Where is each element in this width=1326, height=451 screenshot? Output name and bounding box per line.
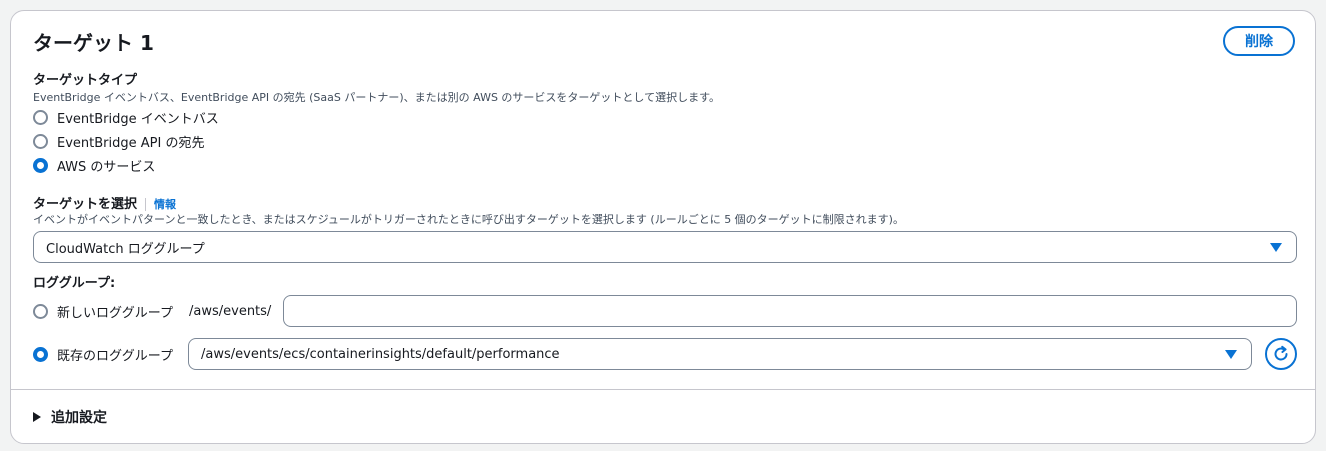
new-log-group-input[interactable] [283,295,1297,327]
radio-label: EventBridge API の宛先 [57,135,205,151]
radio-button[interactable] [33,133,48,149]
info-link[interactable]: 情報 [154,198,176,211]
target-type-description: EventBridge イベントバス、EventBridge API の宛先 (… [33,91,720,104]
target-select[interactable]: CloudWatch ロググループ [33,231,1297,263]
radio-button-checked[interactable] [33,346,48,362]
select-target-label-text: ターゲットを選択 [33,197,138,212]
existing-log-group-select[interactable]: /aws/events/ecs/containerinsights/defaul… [188,338,1252,370]
delete-button[interactable]: 削除 [1223,26,1295,56]
divider [145,198,147,211]
radio-label: EventBridge イベントバス [57,111,219,127]
log-group-label: ロググループ: [33,276,116,291]
radio-button[interactable] [33,109,48,125]
select-target-description: イベントがイベントパターンと一致したとき、またはスケジュールがトリガーされたとき… [33,213,904,226]
caret-down-icon [1270,243,1282,252]
additional-settings-expander[interactable]: 追加設定 [33,407,107,427]
target-select-value: CloudWatch ロググループ [46,241,205,257]
radio-eventbridge-event-bus[interactable]: EventBridge イベントバス [33,107,219,127]
log-group-prefix: /aws/events/ [189,304,272,319]
radio-label: 既存のロググループ [57,348,173,364]
target-type-label: ターゲットタイプ [33,73,138,88]
caret-down-icon [1225,350,1237,359]
radio-new-log-group[interactable]: 新しいロググループ [33,301,173,321]
radio-label: 新しいロググループ [57,305,173,321]
select-target-label: ターゲットを選択 情報 [33,193,176,212]
additional-settings-label: 追加設定 [51,410,107,426]
radio-eventbridge-api-destination[interactable]: EventBridge API の宛先 [33,131,204,151]
radio-aws-service[interactable]: AWS のサービス [33,155,155,175]
caret-right-icon [33,412,41,422]
radio-label: AWS のサービス [57,159,156,175]
section-divider [11,389,1315,390]
target-card: ターゲット 1 削除 ターゲットタイプ EventBridge イベントバス、E… [10,10,1316,444]
radio-button[interactable] [33,303,48,319]
radio-existing-log-group[interactable]: 既存のロググループ [33,344,173,364]
refresh-button[interactable] [1265,338,1297,370]
radio-button-checked[interactable] [33,157,48,173]
refresh-icon [1274,345,1288,361]
card-title: ターゲット 1 [33,31,154,55]
existing-log-group-value: /aws/events/ecs/containerinsights/defaul… [201,346,560,362]
